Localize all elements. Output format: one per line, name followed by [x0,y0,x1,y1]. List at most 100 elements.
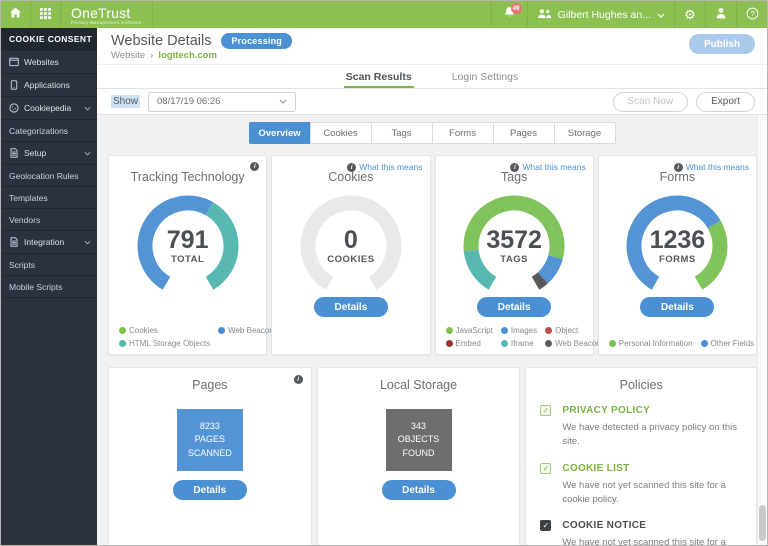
notification-badge: 49 [511,3,522,14]
sidebar-item-geolocation-rules[interactable]: Geolocation Rules [1,165,97,187]
policy-item-privacy-policy: ✓PRIVACY POLICYWe have detected a privac… [540,405,742,450]
subtab-bar: OverviewCookiesTagsFormsPagesStorage [97,122,767,144]
policy-item-header[interactable]: ✓COOKIE LIST [540,463,742,474]
scan-now-button[interactable]: Scan Now [613,92,689,112]
card-title: Tracking Technology [109,170,266,184]
gauge-legend: CookiesWeb BeaconsHTML Storage Objects [119,326,262,348]
chevron-down-icon [84,240,91,245]
sidebar-item-mobile-scripts[interactable]: Mobile Scripts [1,276,97,298]
policy-label: PRIVACY POLICY [562,405,650,416]
sidebar-item-label: Vendors [9,215,40,225]
help-button[interactable]: ? [736,1,767,28]
card-forms: iWhat this meansForms1236FORMSDetailsPer… [598,155,757,355]
notifications-button[interactable]: 49 [491,1,527,28]
legend-label: Cookies [129,326,158,335]
tab-scan-results[interactable]: Scan Results [344,65,414,88]
legend-dot [501,340,508,347]
sidebar-header: COOKIE CONSENT [1,28,97,51]
scrollbar-thumb[interactable] [759,505,766,541]
sidebar-item-templates[interactable]: Templates [1,187,97,209]
sidebar-item-applications[interactable]: Applications [1,74,97,97]
tab-login-settings[interactable]: Login Settings [450,65,521,88]
file-icon [9,148,19,158]
checkbox-icon[interactable]: ✓ [540,520,551,531]
sidebar-item-cookiepedia[interactable]: Cookiepedia [1,97,97,120]
what-this-means-link[interactable]: iWhat this means [674,162,749,172]
vertical-scrollbar[interactable] [757,115,767,546]
card-tags: iWhat this meansTags3572TAGSDetailsJavaS… [435,155,594,355]
sidebar-item-vendors[interactable]: Vendors [1,209,97,231]
sidebar-item-websites[interactable]: Websites [1,51,97,74]
profile-button[interactable] [705,1,736,28]
policies-title: Policies [540,378,742,392]
main-area: Website Details Processing Website › log… [97,28,767,546]
legend-dot [545,327,552,334]
settings-button[interactable]: ⚙ [674,1,705,28]
policy-item-header[interactable]: ✓COOKIE NOTICE [540,520,742,531]
what-this-means-link[interactable]: iWhat this means [347,162,422,172]
checkbox-icon[interactable]: ✓ [540,405,551,416]
policy-item-header[interactable]: ✓ PRIVACY POLICY [540,405,742,416]
details-button[interactable]: Details [382,480,456,500]
card-title: Cookies [272,170,429,184]
legend-dot [501,327,508,334]
legend-label: Object [555,326,578,335]
app-grid-button[interactable] [31,1,61,28]
sidebar-item-integration[interactable]: Integration [1,231,97,254]
checkbox-icon[interactable]: ✓ [540,463,551,474]
what-this-means-link[interactable]: iWhat this means [510,162,585,172]
card-cookies: iWhat this meansCookies0COOKIESDetails [271,155,430,355]
publish-button[interactable]: Publish [689,34,755,54]
help-icon: ? [746,7,759,23]
subtab-pages[interactable]: Pages [493,122,555,144]
scan-date-select[interactable]: 08/17/19 06:26 [148,92,296,112]
legend-label: Iframe [511,339,534,348]
chevron-down-icon [84,106,91,111]
legend-item-other-fields: Other Fields [701,339,755,348]
top-bar: OneTrust Privacy Management Software 49 … [1,1,767,28]
subtab-cookies[interactable]: Cookies [310,122,372,144]
card-tracking-technology: iTracking Technology791TOTALCookiesWeb B… [108,155,267,355]
info-link-label: What this means [686,162,749,172]
users-icon [537,8,552,22]
sidebar-item-label: Templates [9,193,48,203]
subtab-storage[interactable]: Storage [554,122,616,144]
subtab-forms[interactable]: Forms [432,122,494,144]
gauge-segment-none [292,188,409,304]
legend-item-html-storage-objects: HTML Storage Objects [119,339,210,348]
sidebar-item-scripts[interactable]: Scripts [1,254,97,276]
breadcrumb: Website › logitech.com [111,50,755,61]
export-button[interactable]: Export [696,92,755,112]
details-button[interactable]: Details [640,297,714,317]
details-button[interactable]: Details [173,480,247,500]
sidebar-item-label: Scripts [9,260,35,270]
policy-description: We have not yet scanned this site for a … [562,479,742,508]
info-icon[interactable]: i [250,162,259,171]
legend-label: Embed [456,339,481,348]
subtab-tags[interactable]: Tags [371,122,433,144]
legend-dot [119,327,126,334]
breadcrumb-root[interactable]: Website [111,50,145,61]
svg-text:?: ? [750,9,754,18]
legend-label: JavaScript [456,326,493,335]
sidebar-item-setup[interactable]: Setup [1,142,97,165]
policy-description: We have not yet scanned this site for a … [562,536,742,546]
legend-dot [701,340,708,347]
sidebar-item-label: Applications [24,80,70,90]
info-icon: i [674,163,683,172]
legend-label: Other Fields [711,339,755,348]
home-button[interactable] [1,1,31,28]
legend-item-javascript: JavaScript [446,326,493,335]
policies-card: Policies ✓PRIVACY POLICYWe have detected… [525,367,757,546]
sidebar-item-categorizations[interactable]: Categorizations [1,120,97,142]
show-label: Show [111,95,140,108]
legend-item-web-beacons: Web Beacons [545,339,605,348]
legend-dot [446,340,453,347]
sidebar-item-label: Setup [24,148,46,158]
details-button[interactable]: Details [477,297,551,317]
scan-results-content: OverviewCookiesTagsFormsPagesStorage iTr… [97,115,767,546]
policies-list: ✓PRIVACY POLICYWe have detected a privac… [540,405,742,546]
account-menu[interactable]: Gilbert Hughes an... [527,1,674,28]
subtab-overview[interactable]: Overview [249,122,311,144]
details-button[interactable]: Details [314,297,388,317]
